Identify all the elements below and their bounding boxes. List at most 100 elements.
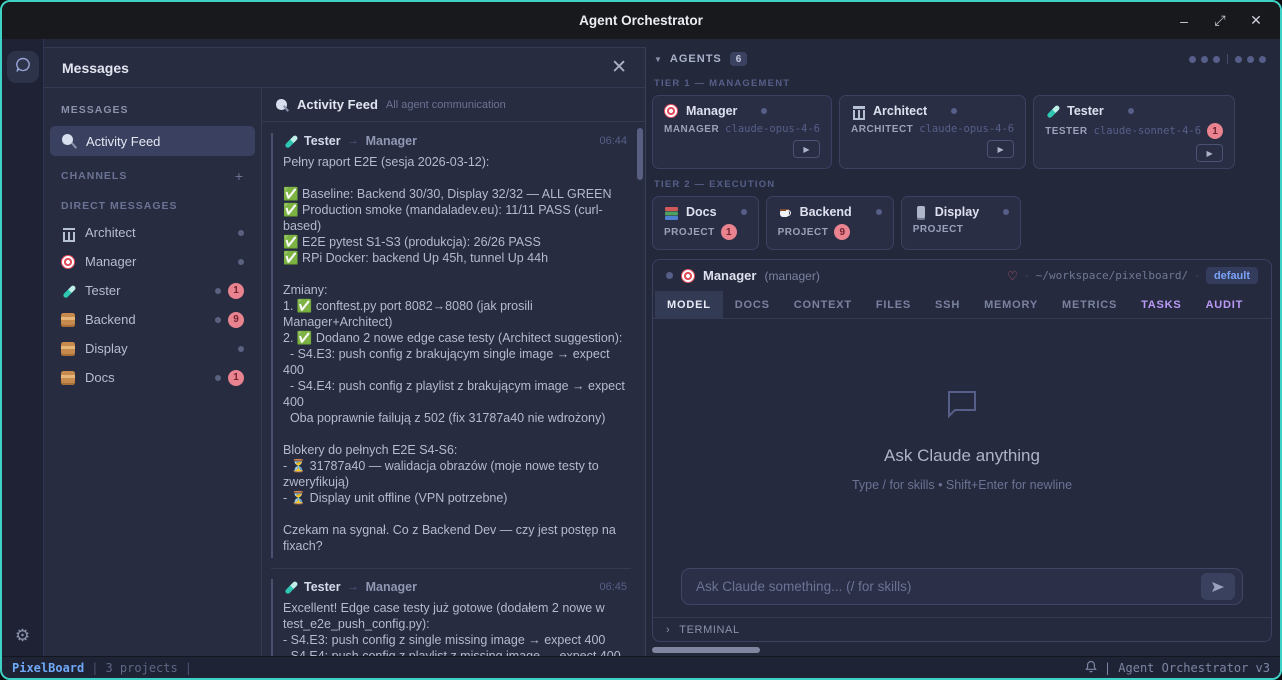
left-rail: ⚙ <box>2 39 44 656</box>
sidebar-item-tester[interactable]: Tester 1 <box>44 276 261 305</box>
feed-scrollbar-thumb[interactable] <box>637 128 643 180</box>
sidebar-item-architect[interactable]: Architect <box>44 218 261 247</box>
chat-empty-state: Ask Claude anything Type / for skills • … <box>653 319 1271 562</box>
classical-building-icon <box>61 226 75 240</box>
message-time: 06:45 <box>599 581 627 593</box>
chevron-right-icon: › <box>666 624 670 636</box>
tier1-cards: Manager MANAGER claude-opus-4-6 ▶ Archit… <box>652 95 1272 169</box>
target-icon <box>681 269 695 283</box>
dm-name: Docs <box>85 370 115 385</box>
activity-feed-label: Activity Feed <box>86 134 160 149</box>
agent-card-backend[interactable]: Backend PROJECT 9 <box>766 196 894 250</box>
manager-detail-panel: Manager (manager) ♡ · ~/workspace/pixelb… <box>652 259 1272 642</box>
agent-name: Manager <box>686 104 737 118</box>
env-badge[interactable]: default <box>1206 267 1258 284</box>
messages-rail-button[interactable] <box>7 51 39 83</box>
agent-status-dot <box>1003 209 1009 215</box>
tab-model[interactable]: MODEL <box>655 291 723 318</box>
chat-input-wrapper <box>681 568 1243 605</box>
play-button[interactable]: ▶ <box>793 140 820 158</box>
agent-card-tester[interactable]: Tester TESTER claude-sonnet-4-6 1 ▶ <box>1033 95 1235 169</box>
gear-icon[interactable]: ⚙ <box>15 626 30 646</box>
terminal-toggle[interactable]: › TERMINAL <box>653 617 1271 641</box>
coffee-icon <box>778 205 792 219</box>
sidebar-item-display[interactable]: Display <box>44 334 261 363</box>
target-icon <box>664 104 678 118</box>
add-channel-button[interactable]: + <box>235 168 244 184</box>
arrow-icon: → <box>348 135 359 147</box>
agent-model: claude-sonnet-4-6 <box>1094 125 1201 137</box>
agent-status-dot <box>951 108 957 114</box>
agent-card-architect[interactable]: Architect ARCHITECT claude-opus-4-6 ▶ <box>839 95 1026 169</box>
agent-name: Backend <box>800 205 852 219</box>
heart-icon[interactable]: ♡ <box>1007 269 1018 283</box>
agents-title: AGENTS <box>670 53 722 65</box>
mobile-phone-icon <box>913 205 927 219</box>
horizontal-scrollbar[interactable] <box>652 645 1272 655</box>
statusbar-separator: | <box>91 661 98 675</box>
sidebar-item-backend[interactable]: Backend 9 <box>44 305 261 334</box>
package-icon <box>61 342 75 356</box>
titlebar: Agent Orchestrator – ⤢ ✕ <box>2 2 1280 39</box>
send-button[interactable] <box>1201 573 1235 600</box>
tab-context[interactable]: CONTEXT <box>782 291 864 318</box>
panel-agent-role: (manager) <box>764 269 819 283</box>
message-recipient: Manager <box>366 134 417 148</box>
horizontal-scrollbar-thumb[interactable] <box>652 647 760 653</box>
chat-input-row <box>653 562 1271 617</box>
agent-name: Tester <box>1067 104 1104 118</box>
tier2-cards: Docs PROJECT 1 Backend PROJEC <box>652 196 1272 250</box>
sidebar-item-docs[interactable]: Docs 1 <box>44 363 261 392</box>
right-panel: ▼ AGENTS 6 TIER 1 — MANAGEMENT Manager <box>646 39 1280 656</box>
manager-panel-header: Manager (manager) ♡ · ~/workspace/pixelb… <box>653 260 1271 291</box>
agent-card-docs[interactable]: Docs PROJECT 1 <box>652 196 759 250</box>
agents-header[interactable]: ▼ AGENTS 6 <box>652 47 1272 68</box>
tab-memory[interactable]: MEMORY <box>972 291 1050 318</box>
messages-panel-title: Messages <box>62 60 129 76</box>
presence-dot <box>215 288 221 294</box>
feed-message: Tester → Manager 06:44 Pełny raport E2E … <box>271 133 631 558</box>
tab-metrics[interactable]: METRICS <box>1050 291 1129 318</box>
satellite-dish-icon <box>61 133 77 149</box>
tab-files[interactable]: FILES <box>864 291 923 318</box>
unread-badge: 1 <box>228 370 244 386</box>
unread-badge: 9 <box>228 312 244 328</box>
chat-input[interactable] <box>696 579 1201 594</box>
sidebar-item-manager[interactable]: Manager <box>44 247 261 276</box>
test-tube-icon <box>1045 104 1059 118</box>
statusbar-projects: 3 projects <box>105 661 177 675</box>
agent-status-dot <box>876 209 882 215</box>
unread-badge: 1 <box>228 283 244 299</box>
message-sender: Tester <box>304 134 341 148</box>
tab-audit[interactable]: AUDIT <box>1194 291 1256 318</box>
agent-card-display[interactable]: Display PROJECT <box>901 196 1021 250</box>
play-button[interactable]: ▶ <box>1196 144 1223 162</box>
maximize-button[interactable]: ⤢ <box>1206 9 1234 33</box>
presence-dot <box>238 346 244 352</box>
minimize-button[interactable]: – <box>1170 9 1198 33</box>
feed-messages[interactable]: Tester → Manager 06:44 Pełny raport E2E … <box>262 122 645 656</box>
agent-card-manager[interactable]: Manager MANAGER claude-opus-4-6 ▶ <box>652 95 832 169</box>
dm-name: Tester <box>85 283 120 298</box>
agent-name: Display <box>935 205 979 219</box>
agent-role: ARCHITECT <box>851 124 913 135</box>
chat-bubble-icon <box>14 56 32 79</box>
agent-status-dot <box>666 272 673 279</box>
presence-dot <box>215 375 221 381</box>
speech-bubble-icon <box>945 389 979 424</box>
close-window-button[interactable]: ✕ <box>1242 9 1270 33</box>
tier2-label: TIER 2 — EXECUTION <box>652 169 1272 196</box>
bell-icon[interactable] <box>1085 660 1097 676</box>
tab-ssh[interactable]: SSH <box>923 291 972 318</box>
feed-subtitle: All agent communication <box>386 99 506 111</box>
workspace-path: ~/workspace/pixelboard/ <box>1036 269 1188 282</box>
chevron-down-icon[interactable]: ▼ <box>654 55 662 64</box>
close-icon[interactable]: ✕ <box>611 58 627 77</box>
messages-section-label: MESSAGES <box>44 94 261 124</box>
sidebar-item-activity-feed[interactable]: Activity Feed <box>50 126 255 156</box>
tab-docs[interactable]: DOCS <box>723 291 782 318</box>
statusbar-app-name[interactable]: PixelBoard <box>12 661 84 675</box>
tab-tasks[interactable]: TASKS <box>1129 291 1193 318</box>
statusbar-version: | Agent Orchestrator v3 <box>1104 661 1270 675</box>
play-button[interactable]: ▶ <box>987 140 1014 158</box>
